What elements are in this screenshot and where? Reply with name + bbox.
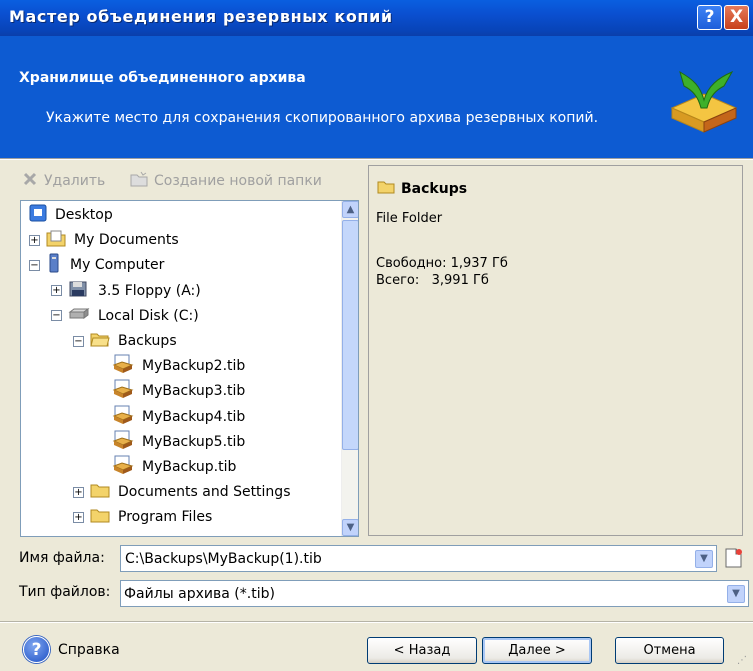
header-separator	[0, 158, 753, 160]
footer-separator	[0, 621, 753, 623]
backup-file-icon	[112, 379, 134, 403]
resize-grip[interactable]: ⋰	[737, 655, 747, 666]
floppy-icon	[68, 280, 90, 302]
tree-node[interactable]: MyBackup.tib	[95, 455, 236, 479]
tree-node-label: Program Files	[118, 509, 213, 526]
filetype-label: Тип файлов:	[19, 584, 111, 600]
header-subtitle: Укажите место для сохранения скопированн…	[46, 110, 599, 126]
tree-node[interactable]: MyBackup2.tib	[95, 354, 245, 378]
folder-documents-icon	[46, 229, 66, 251]
tree-scrollbar[interactable]: ▲ ▼	[341, 201, 358, 536]
help-icon: ?	[23, 636, 50, 663]
folder-icon	[90, 507, 110, 527]
tree-node[interactable]: MyBackup5.tib	[95, 430, 245, 454]
tree-node[interactable]: − Backups	[73, 329, 177, 353]
delete-x-icon	[22, 171, 38, 191]
tree-node-label: Desktop	[55, 207, 113, 223]
new-file-icon[interactable]	[724, 547, 744, 573]
computer-icon	[46, 253, 62, 277]
tree-node[interactable]: + My Documents	[29, 228, 179, 252]
folder-tree[interactable]: Desktop + My Documents − My Computer +3.5 Flo…	[20, 200, 359, 537]
titlebar-help-button[interactable]: ?	[697, 5, 722, 30]
info-type: File Folder	[376, 211, 443, 226]
titlebar-close-button[interactable]: X	[724, 5, 749, 30]
help-label: Справка	[58, 641, 120, 658]
scroll-thumb[interactable]	[342, 220, 358, 450]
scroll-down-button[interactable]: ▼	[342, 519, 358, 536]
header-title: Хранилище объединенного архива	[19, 70, 306, 86]
tree-node[interactable]: − Local Disk (C:)	[51, 304, 199, 328]
tree-expander-icon[interactable]: −	[51, 310, 62, 322]
folder-info-panel: Backups File Folder Свободно: 1,937 Гб В…	[368, 165, 743, 536]
next-button[interactable]: Далее >	[482, 637, 592, 664]
new-folder-icon	[130, 171, 148, 191]
wizard-window: Мастер объединения резервных копий ? X Х…	[0, 0, 753, 671]
filetype-dropdown-button[interactable]: ▼	[727, 585, 745, 603]
tree-node[interactable]: Desktop	[29, 203, 113, 227]
tree-node-label: Documents and Settings	[118, 484, 291, 501]
folder-icon	[377, 179, 395, 198]
backup-file-icon	[112, 405, 134, 429]
tree-node-label: MyBackup4.tib	[142, 408, 246, 425]
back-button[interactable]: < Назад	[367, 637, 477, 664]
filename-input[interactable]: C:\Backups\MyBackup(1).tib	[125, 551, 322, 567]
tree-node-label: 3.5 Floppy (A:)	[98, 282, 201, 299]
desktop-icon	[29, 204, 47, 226]
info-free-space: Свободно: 1,937 Гб	[376, 256, 508, 271]
filename-combobox[interactable]: C:\Backups\MyBackup(1).tib ▼	[120, 545, 717, 572]
new-folder-button[interactable]: Создание новой папки	[130, 171, 322, 191]
backup-file-icon	[112, 430, 134, 454]
help-button[interactable]: ? Справка	[23, 636, 120, 663]
folder-icon	[90, 482, 110, 502]
tree-node-label: My Documents	[74, 232, 179, 249]
tree-node-label: MyBackup2.tib	[142, 358, 246, 375]
tree-node-label: MyBackup.tib	[142, 459, 237, 475]
backup-file-icon	[112, 455, 134, 479]
tree-node-label: MyBackup5.tib	[142, 433, 246, 450]
window-title: Мастер объединения резервных копий	[9, 7, 393, 26]
tree-expander-icon[interactable]: −	[29, 259, 40, 271]
info-total-space: Всего: 3,991 Гб	[376, 273, 489, 288]
tree-node[interactable]: MyBackup4.tib	[95, 405, 245, 429]
tree-node-label: Backups	[118, 333, 177, 349]
tree-node[interactable]: + Program Files	[73, 505, 212, 529]
tree-expander-icon[interactable]: +	[73, 486, 84, 498]
info-folder-name: Backups	[401, 180, 468, 197]
wizard-header	[0, 36, 753, 159]
tree-expander-icon[interactable]: −	[73, 335, 84, 347]
tree-node[interactable]: + Documents and Settings	[73, 480, 290, 504]
disk-icon	[68, 307, 90, 325]
filename-label: Имя файла:	[19, 550, 105, 566]
info-header: Backups	[377, 179, 467, 198]
delete-label: Удалить	[44, 173, 106, 189]
delete-button[interactable]: Удалить	[22, 171, 105, 191]
tree-node-label: Local Disk (C:)	[98, 307, 199, 324]
tree-node[interactable]: − My Computer	[29, 253, 164, 277]
filetype-value: Файлы архива (*.tib)	[124, 586, 275, 602]
filename-dropdown-button[interactable]: ▼	[695, 550, 713, 568]
title-bar[interactable]: Мастер объединения резервных копий ? X	[0, 0, 753, 36]
backup-file-icon	[112, 354, 134, 378]
folder-open-icon	[90, 331, 110, 351]
backup-logo-icon	[666, 64, 740, 140]
tree-expander-icon[interactable]: +	[51, 285, 62, 297]
scroll-up-button[interactable]: ▲	[342, 201, 358, 218]
filetype-select[interactable]: Файлы архива (*.tib) ▼	[120, 580, 749, 607]
cancel-button[interactable]: Отмена	[615, 637, 724, 664]
new-folder-label: Создание новой папки	[154, 173, 322, 189]
tree-expander-icon[interactable]: +	[73, 511, 84, 523]
tree-node-label: MyBackup3.tib	[142, 383, 246, 400]
tree-expander-icon[interactable]: +	[29, 234, 40, 246]
tree-node-label: My Computer	[70, 257, 165, 274]
tree-node[interactable]: MyBackup3.tib	[95, 379, 245, 403]
tree-node[interactable]: +3.5 Floppy (A:)	[51, 279, 201, 303]
